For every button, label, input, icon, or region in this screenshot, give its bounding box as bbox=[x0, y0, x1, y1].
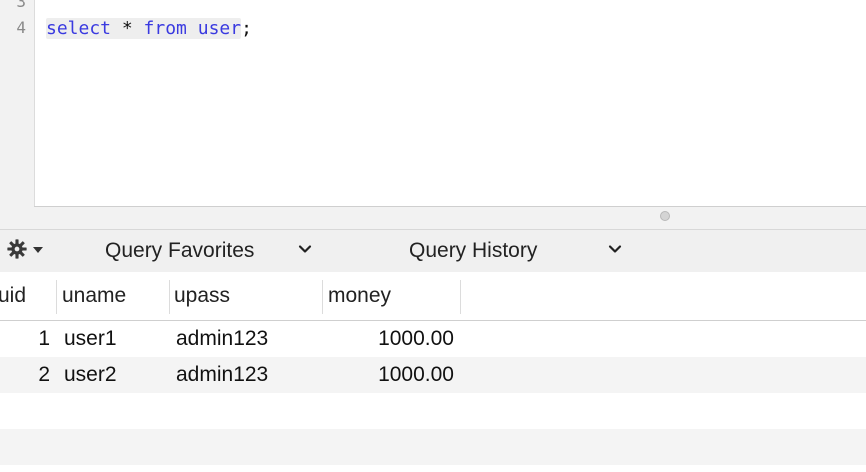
query-history-button[interactable]: Query History bbox=[409, 239, 537, 263]
splitter-handle[interactable] bbox=[660, 211, 670, 221]
sql-semicolon: ; bbox=[241, 18, 252, 39]
column-header-uname[interactable]: uname bbox=[62, 284, 126, 308]
cell-money: 1000.00 bbox=[378, 363, 454, 386]
sql-keyword: from bbox=[143, 18, 187, 39]
column-separator[interactable] bbox=[169, 280, 170, 314]
line-number: 4 bbox=[16, 18, 26, 37]
cell-money: 1000.00 bbox=[378, 327, 454, 350]
column-header-money[interactable]: money bbox=[328, 284, 391, 308]
line-number: 3 bbox=[16, 0, 26, 11]
table-row[interactable]: 2 user2 admin123 1000.00 bbox=[0, 357, 866, 393]
gear-icon[interactable] bbox=[6, 238, 28, 260]
cell-upass: admin123 bbox=[176, 327, 269, 350]
sql-space bbox=[187, 18, 198, 39]
column-separator[interactable] bbox=[56, 280, 57, 314]
table-header: uid uname upass money bbox=[0, 272, 866, 321]
pane-splitter[interactable] bbox=[0, 207, 866, 230]
cell-uid: 2 bbox=[38, 363, 50, 386]
sql-keyword: select bbox=[46, 18, 112, 39]
query-favorites-button[interactable]: Query Favorites bbox=[105, 239, 254, 263]
column-header-uid[interactable]: uid bbox=[0, 284, 26, 308]
column-separator[interactable] bbox=[322, 280, 323, 314]
query-highlight: select * from user bbox=[46, 18, 242, 39]
empty-row bbox=[0, 393, 866, 429]
column-header-upass[interactable]: upass bbox=[174, 284, 230, 308]
results-table: uid uname upass money 1 user1 admin123 1… bbox=[0, 272, 866, 472]
empty-row bbox=[0, 429, 866, 465]
sql-editor[interactable]: 3 4 select * from user; bbox=[0, 0, 866, 207]
cell-uid: 1 bbox=[38, 327, 50, 350]
caret-down-icon[interactable] bbox=[33, 247, 43, 253]
line-number-gutter: 3 4 bbox=[0, 0, 35, 207]
column-separator[interactable] bbox=[460, 280, 461, 314]
code-line[interactable]: select * from user; bbox=[46, 18, 252, 40]
cell-uname: user1 bbox=[64, 327, 117, 350]
cell-uname: user2 bbox=[64, 363, 117, 386]
sql-identifier: user bbox=[197, 18, 242, 39]
cell-upass: admin123 bbox=[176, 363, 269, 386]
sql-operator: * bbox=[111, 18, 144, 39]
chevron-down-icon[interactable] bbox=[298, 242, 312, 256]
chevron-down-icon[interactable] bbox=[608, 242, 622, 256]
query-toolbar: Query Favorites Query History bbox=[0, 230, 866, 273]
table-row[interactable]: 1 user1 admin123 1000.00 bbox=[0, 321, 866, 357]
